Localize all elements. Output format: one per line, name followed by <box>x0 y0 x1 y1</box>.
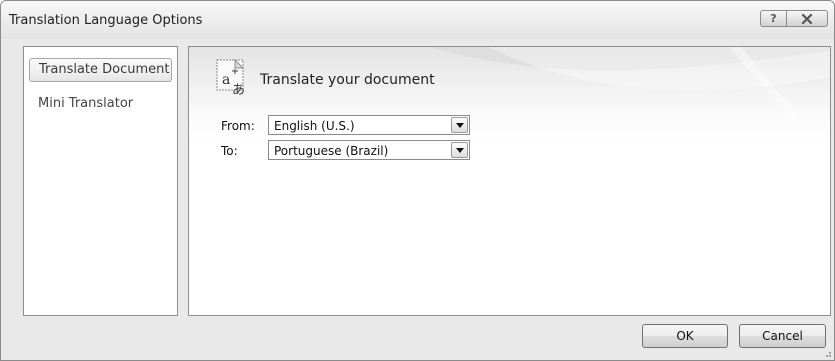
to-dropdown-button[interactable] <box>451 142 468 158</box>
help-icon: ? <box>770 12 777 25</box>
close-button[interactable] <box>787 10 828 27</box>
dialog-title: Translation Language Options <box>9 13 203 28</box>
close-icon <box>801 13 813 25</box>
section-title: Translate your document <box>260 72 435 88</box>
to-language-select[interactable]: Portuguese (Brazil) <box>268 140 470 160</box>
sidebar-item-label: Mini Translator <box>38 96 134 111</box>
to-label: To: <box>221 144 238 158</box>
options-panel: a あ Translate your document From: Englis… <box>188 46 831 316</box>
help-button[interactable]: ? <box>760 10 787 27</box>
cancel-button[interactable]: Cancel <box>739 324 826 348</box>
translate-document-icon: a あ <box>216 59 245 97</box>
from-language-select[interactable]: English (U.S.) <box>268 115 470 135</box>
chevron-down-icon <box>456 123 464 128</box>
cancel-button-label: Cancel <box>762 329 803 343</box>
title-bar: Translation Language Options ? <box>1 1 834 39</box>
svg-text:a: a <box>222 72 230 88</box>
options-sidebar: Translate Document Mini Translator <box>23 46 178 316</box>
svg-text:あ: あ <box>232 83 245 97</box>
from-label: From: <box>221 119 255 133</box>
to-language-value: Portuguese (Brazil) <box>274 144 389 158</box>
translation-options-dialog: Translation Language Options ? Translate… <box>0 0 835 361</box>
from-language-value: English (U.S.) <box>274 119 355 133</box>
sidebar-item-translate-document[interactable]: Translate Document <box>29 58 172 82</box>
resize-grip-icon[interactable] <box>822 348 832 358</box>
chevron-down-icon <box>456 148 464 153</box>
sidebar-item-mini-translator[interactable]: Mini Translator <box>29 92 172 116</box>
ok-button-label: OK <box>676 329 694 343</box>
ok-button[interactable]: OK <box>642 324 728 348</box>
sidebar-item-label: Translate Document <box>39 62 170 77</box>
from-dropdown-button[interactable] <box>451 117 468 133</box>
